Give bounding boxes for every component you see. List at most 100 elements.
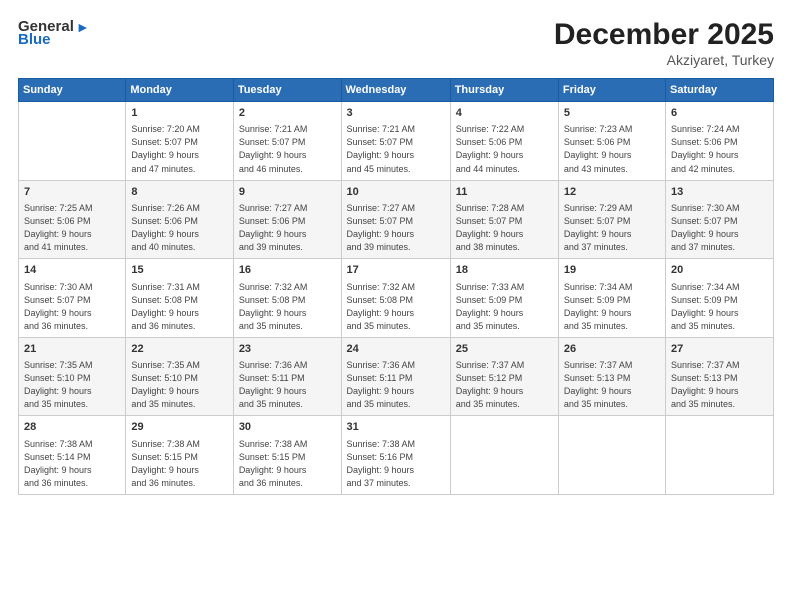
- calendar-cell: 5 Sunrise: 7:23 AM Sunset: 5:06 PM Daylig…: [558, 102, 665, 181]
- day-number: 7: [24, 185, 120, 200]
- calendar-header-thursday: Thursday: [450, 79, 558, 102]
- day-info: Sunrise: 7:30 AM Sunset: 5:07 PM Dayligh…: [24, 281, 120, 333]
- calendar-week-row: 28 Sunrise: 7:38 AM Sunset: 5:14 PM Dayli…: [19, 416, 774, 495]
- calendar-week-row: 14 Sunrise: 7:30 AM Sunset: 5:07 PM Dayli…: [19, 259, 774, 338]
- day-info: Sunrise: 7:35 AM Sunset: 5:10 PM Dayligh…: [131, 359, 227, 411]
- calendar-cell: 3Sunrise: 7:21 AM Sunset: 5:07 PM Daylig…: [341, 102, 450, 181]
- day-number: 26: [564, 342, 660, 357]
- day-info: Sunrise: 7:24 AM Sunset: 5:06 PM Dayligh…: [671, 123, 768, 175]
- calendar-cell: 22Sunrise: 7:35 AM Sunset: 5:10 PM Dayli…: [126, 337, 233, 416]
- logo-blue: Blue: [18, 31, 51, 48]
- calendar-cell: 2 Sunrise: 7:21 AM Sunset: 5:07 PM Daylig…: [233, 102, 341, 181]
- calendar-cell: 20 Sunrise: 7:34 AM Sunset: 5:09 PM Dayli…: [665, 259, 773, 338]
- day-number: 30: [239, 420, 336, 435]
- calendar-cell: 15Sunrise: 7:31 AM Sunset: 5:08 PM Dayli…: [126, 259, 233, 338]
- calendar-cell: [558, 416, 665, 495]
- calendar-cell: 10 Sunrise: 7:27 AM Sunset: 5:07 PM Dayli…: [341, 180, 450, 259]
- day-info: Sunrise: 7:38 AM Sunset: 5:16 PM Dayligh…: [347, 438, 445, 490]
- day-info: Sunrise: 7:28 AM Sunset: 5:07 PM Dayligh…: [456, 202, 553, 254]
- title-block: December 2025 Akziyaret, Turkey: [554, 18, 774, 68]
- calendar-cell: 30 Sunrise: 7:38 AM Sunset: 5:15 PM Dayli…: [233, 416, 341, 495]
- day-info: Sunrise: 7:38 AM Sunset: 5:15 PM Dayligh…: [239, 438, 336, 490]
- logo: General ► Blue: [18, 18, 90, 48]
- day-number: 27: [671, 342, 768, 357]
- day-info: Sunrise: 7:22 AM Sunset: 5:06 PM Dayligh…: [456, 123, 553, 175]
- day-info: Sunrise: 7:34 AM Sunset: 5:09 PM Dayligh…: [671, 281, 768, 333]
- calendar-cell: 1Sunrise: 7:20 AM Sunset: 5:07 PM Daylig…: [126, 102, 233, 181]
- day-number: 20: [671, 263, 768, 278]
- calendar-cell: [665, 416, 773, 495]
- calendar-cell: 14 Sunrise: 7:30 AM Sunset: 5:07 PM Dayli…: [19, 259, 126, 338]
- day-info: Sunrise: 7:26 AM Sunset: 5:06 PM Dayligh…: [131, 202, 227, 254]
- day-info: Sunrise: 7:31 AM Sunset: 5:08 PM Dayligh…: [131, 281, 227, 333]
- day-number: 9: [239, 185, 336, 200]
- day-number: 25: [456, 342, 553, 357]
- calendar-cell: 25 Sunrise: 7:37 AM Sunset: 5:12 PM Dayli…: [450, 337, 558, 416]
- day-info: Sunrise: 7:37 AM Sunset: 5:13 PM Dayligh…: [564, 359, 660, 411]
- calendar-cell: [450, 416, 558, 495]
- day-info: Sunrise: 7:25 AM Sunset: 5:06 PM Dayligh…: [24, 202, 120, 254]
- day-number: 2: [239, 106, 336, 121]
- day-number: 28: [24, 420, 120, 435]
- day-info: Sunrise: 7:32 AM Sunset: 5:08 PM Dayligh…: [239, 281, 336, 333]
- day-info: Sunrise: 7:21 AM Sunset: 5:07 PM Dayligh…: [239, 123, 336, 175]
- calendar-cell: 21 Sunrise: 7:35 AM Sunset: 5:10 PM Dayli…: [19, 337, 126, 416]
- day-info: Sunrise: 7:27 AM Sunset: 5:06 PM Dayligh…: [239, 202, 336, 254]
- day-info: Sunrise: 7:23 AM Sunset: 5:06 PM Dayligh…: [564, 123, 660, 175]
- calendar-header-monday: Monday: [126, 79, 233, 102]
- day-info: Sunrise: 7:38 AM Sunset: 5:14 PM Dayligh…: [24, 438, 120, 490]
- calendar-cell: 29 Sunrise: 7:38 AM Sunset: 5:15 PM Dayli…: [126, 416, 233, 495]
- day-info: Sunrise: 7:38 AM Sunset: 5:15 PM Dayligh…: [131, 438, 227, 490]
- day-number: 31: [347, 420, 445, 435]
- day-number: 17: [347, 263, 445, 278]
- day-number: 10: [347, 185, 445, 200]
- header: General ► Blue December 2025 Akziyaret, …: [18, 18, 774, 68]
- calendar-cell: 9 Sunrise: 7:27 AM Sunset: 5:06 PM Daylig…: [233, 180, 341, 259]
- day-info: Sunrise: 7:37 AM Sunset: 5:12 PM Dayligh…: [456, 359, 553, 411]
- day-number: 19: [564, 263, 660, 278]
- calendar-cell: [19, 102, 126, 181]
- day-number: 12: [564, 185, 660, 200]
- day-number: 11: [456, 185, 553, 200]
- calendar-cell: 7 Sunrise: 7:25 AM Sunset: 5:06 PM Daylig…: [19, 180, 126, 259]
- day-info: Sunrise: 7:32 AM Sunset: 5:08 PM Dayligh…: [347, 281, 445, 333]
- calendar-cell: 19 Sunrise: 7:34 AM Sunset: 5:09 PM Dayli…: [558, 259, 665, 338]
- day-number: 29: [131, 420, 227, 435]
- calendar-cell: 4 Sunrise: 7:22 AM Sunset: 5:06 PM Daylig…: [450, 102, 558, 181]
- calendar-cell: 17 Sunrise: 7:32 AM Sunset: 5:08 PM Dayli…: [341, 259, 450, 338]
- calendar-cell: 26 Sunrise: 7:37 AM Sunset: 5:13 PM Dayli…: [558, 337, 665, 416]
- calendar-header-saturday: Saturday: [665, 79, 773, 102]
- day-number: 4: [456, 106, 553, 121]
- calendar-cell: 27Sunrise: 7:37 AM Sunset: 5:13 PM Dayli…: [665, 337, 773, 416]
- calendar-week-row: 7 Sunrise: 7:25 AM Sunset: 5:06 PM Daylig…: [19, 180, 774, 259]
- day-number: 18: [456, 263, 553, 278]
- calendar-cell: 23 Sunrise: 7:36 AM Sunset: 5:11 PM Dayli…: [233, 337, 341, 416]
- day-info: Sunrise: 7:34 AM Sunset: 5:09 PM Dayligh…: [564, 281, 660, 333]
- day-number: 24: [347, 342, 445, 357]
- calendar-header-tuesday: Tuesday: [233, 79, 341, 102]
- day-number: 5: [564, 106, 660, 121]
- day-number: 13: [671, 185, 768, 200]
- day-info: Sunrise: 7:30 AM Sunset: 5:07 PM Dayligh…: [671, 202, 768, 254]
- calendar-cell: 16 Sunrise: 7:32 AM Sunset: 5:08 PM Dayli…: [233, 259, 341, 338]
- page: General ► Blue December 2025 Akziyaret, …: [0, 0, 792, 612]
- day-number: 14: [24, 263, 120, 278]
- calendar-cell: 6 Sunrise: 7:24 AM Sunset: 5:06 PM Daylig…: [665, 102, 773, 181]
- calendar-cell: 11 Sunrise: 7:28 AM Sunset: 5:07 PM Dayli…: [450, 180, 558, 259]
- day-number: 16: [239, 263, 336, 278]
- day-info: Sunrise: 7:36 AM Sunset: 5:11 PM Dayligh…: [239, 359, 336, 411]
- day-info: Sunrise: 7:35 AM Sunset: 5:10 PM Dayligh…: [24, 359, 120, 411]
- day-number: 8: [131, 185, 227, 200]
- calendar-week-row: 1Sunrise: 7:20 AM Sunset: 5:07 PM Daylig…: [19, 102, 774, 181]
- day-number: 6: [671, 106, 768, 121]
- calendar-header-row: SundayMondayTuesdayWednesdayThursdayFrid…: [19, 79, 774, 102]
- day-number: 21: [24, 342, 120, 357]
- calendar-cell: 18 Sunrise: 7:33 AM Sunset: 5:09 PM Dayli…: [450, 259, 558, 338]
- calendar-cell: 24Sunrise: 7:36 AM Sunset: 5:11 PM Dayli…: [341, 337, 450, 416]
- day-number: 23: [239, 342, 336, 357]
- day-info: Sunrise: 7:27 AM Sunset: 5:07 PM Dayligh…: [347, 202, 445, 254]
- day-info: Sunrise: 7:29 AM Sunset: 5:07 PM Dayligh…: [564, 202, 660, 254]
- day-number: 1: [131, 106, 227, 121]
- day-info: Sunrise: 7:33 AM Sunset: 5:09 PM Dayligh…: [456, 281, 553, 333]
- calendar-header-wednesday: Wednesday: [341, 79, 450, 102]
